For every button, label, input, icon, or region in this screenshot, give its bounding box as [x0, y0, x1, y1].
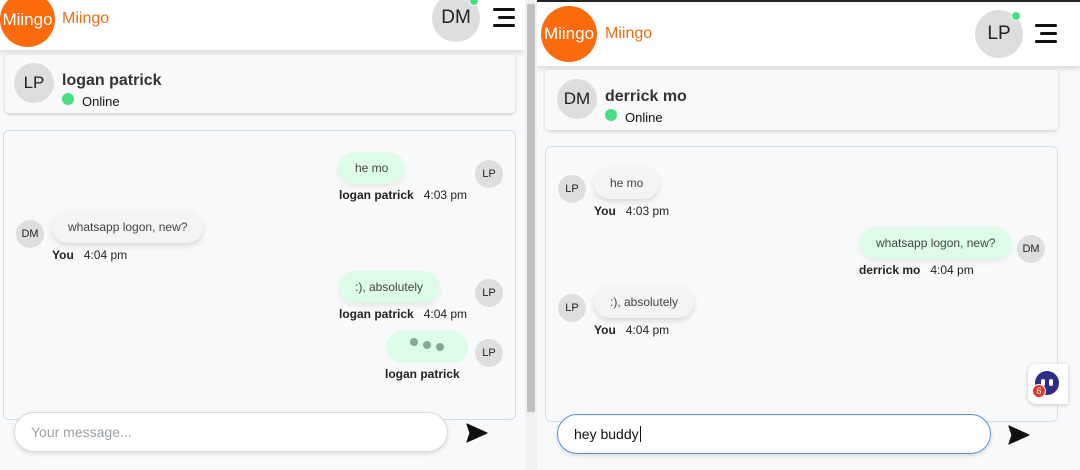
message-sender: logan patrick	[339, 188, 414, 202]
message-bubble[interactable]: :), absolutely	[339, 271, 440, 303]
current-user-online-indicator	[469, 0, 479, 6]
message-time: 4:04 pm	[930, 263, 974, 277]
contact-status: Online	[82, 94, 120, 109]
top-bar: Miingo Miingo LP	[537, 2, 1080, 66]
message-meta: logan patrick 4:03 pm	[339, 188, 467, 202]
online-status-dot	[62, 93, 74, 105]
message-avatar: LP	[475, 279, 503, 307]
message-meta: logan patrick	[385, 367, 470, 381]
message-avatar: LP	[475, 160, 503, 188]
message-time: 4:03 pm	[625, 204, 670, 218]
brand-name[interactable]: Miingo	[62, 10, 109, 28]
send-icon[interactable]	[465, 421, 489, 445]
support-widget[interactable]: 6	[1028, 364, 1068, 404]
app-logo[interactable]: Miingo	[0, 0, 55, 47]
message-sender: derrick mo	[859, 263, 921, 277]
message-avatar: LP	[558, 294, 586, 322]
message-list[interactable]: he mo LP logan patrick 4:03 pm DM whatsap…	[3, 130, 516, 420]
message-sender: logan patrick	[385, 367, 460, 381]
message-time: 4:04 pm	[423, 307, 468, 321]
chat-window-right: Miingo Miingo LP DM derrick mo Online LP…	[537, 0, 1080, 470]
message-bubble[interactable]: whatsapp logon, new?	[52, 211, 204, 243]
split-scrollbar[interactable]	[525, 0, 537, 470]
contact-card[interactable]: LP logan patrick Online	[5, 55, 515, 113]
app-logo[interactable]: Miingo	[541, 6, 597, 62]
contact-avatar: DM	[557, 79, 597, 119]
current-user-avatar[interactable]: DM	[432, 0, 480, 42]
top-bar: Miingo Miingo DM	[0, 0, 525, 50]
message-meta: You 4:03 pm	[594, 204, 669, 218]
message-sender: You	[594, 323, 616, 337]
text-caret	[639, 426, 641, 442]
chat-window-left: Miingo Miingo DM LP logan patrick Online…	[0, 0, 525, 470]
contact-card[interactable]: DM derrick mo Online	[545, 70, 1058, 130]
contact-status: Online	[625, 110, 663, 125]
online-status-dot	[605, 109, 617, 121]
message-input[interactable]: Your message...	[14, 412, 448, 452]
send-icon[interactable]	[1007, 423, 1031, 447]
contact-avatar: LP	[14, 63, 54, 103]
message-avatar: DM	[16, 220, 44, 248]
contact-name: logan patrick	[62, 72, 162, 89]
message-meta: derrick mo 4:04 pm	[859, 263, 974, 277]
message-meta: You 4:04 pm	[52, 248, 127, 262]
message-time: 4:03 pm	[423, 188, 468, 202]
scrollbar-thumb[interactable]	[527, 4, 535, 412]
message-bubble[interactable]: whatsapp logon, new?	[860, 227, 1012, 259]
brand-name[interactable]: Miingo	[605, 25, 652, 43]
hamburger-menu-icon[interactable]	[493, 8, 517, 28]
message-avatar: DM	[1017, 235, 1045, 263]
message-list[interactable]: LP he mo You 4:03 pm whatsapp logon, new?…	[545, 146, 1058, 422]
hamburger-menu-icon[interactable]	[1035, 24, 1059, 44]
message-avatar: LP	[475, 339, 503, 367]
message-sender: You	[52, 248, 74, 262]
message-time: 4:04 pm	[83, 248, 128, 262]
message-bubble[interactable]: he mo	[594, 167, 660, 199]
message-sender: You	[594, 204, 616, 218]
message-meta: logan patrick 4:04 pm	[339, 307, 467, 321]
contact-name: derrick mo	[605, 88, 687, 105]
message-sender: logan patrick	[339, 307, 414, 321]
message-avatar: LP	[558, 175, 586, 203]
message-bubble[interactable]: :), absolutely	[594, 286, 695, 318]
message-input[interactable]: hey buddy	[557, 414, 991, 454]
current-user-online-indicator	[1011, 11, 1021, 21]
message-meta: You 4:04 pm	[594, 323, 669, 337]
notification-badge: 6	[1032, 384, 1046, 398]
message-time: 4:04 pm	[625, 323, 670, 337]
typing-indicator	[386, 331, 468, 363]
message-bubble[interactable]: he mo	[339, 152, 405, 184]
message-input-value: hey buddy	[574, 426, 639, 442]
